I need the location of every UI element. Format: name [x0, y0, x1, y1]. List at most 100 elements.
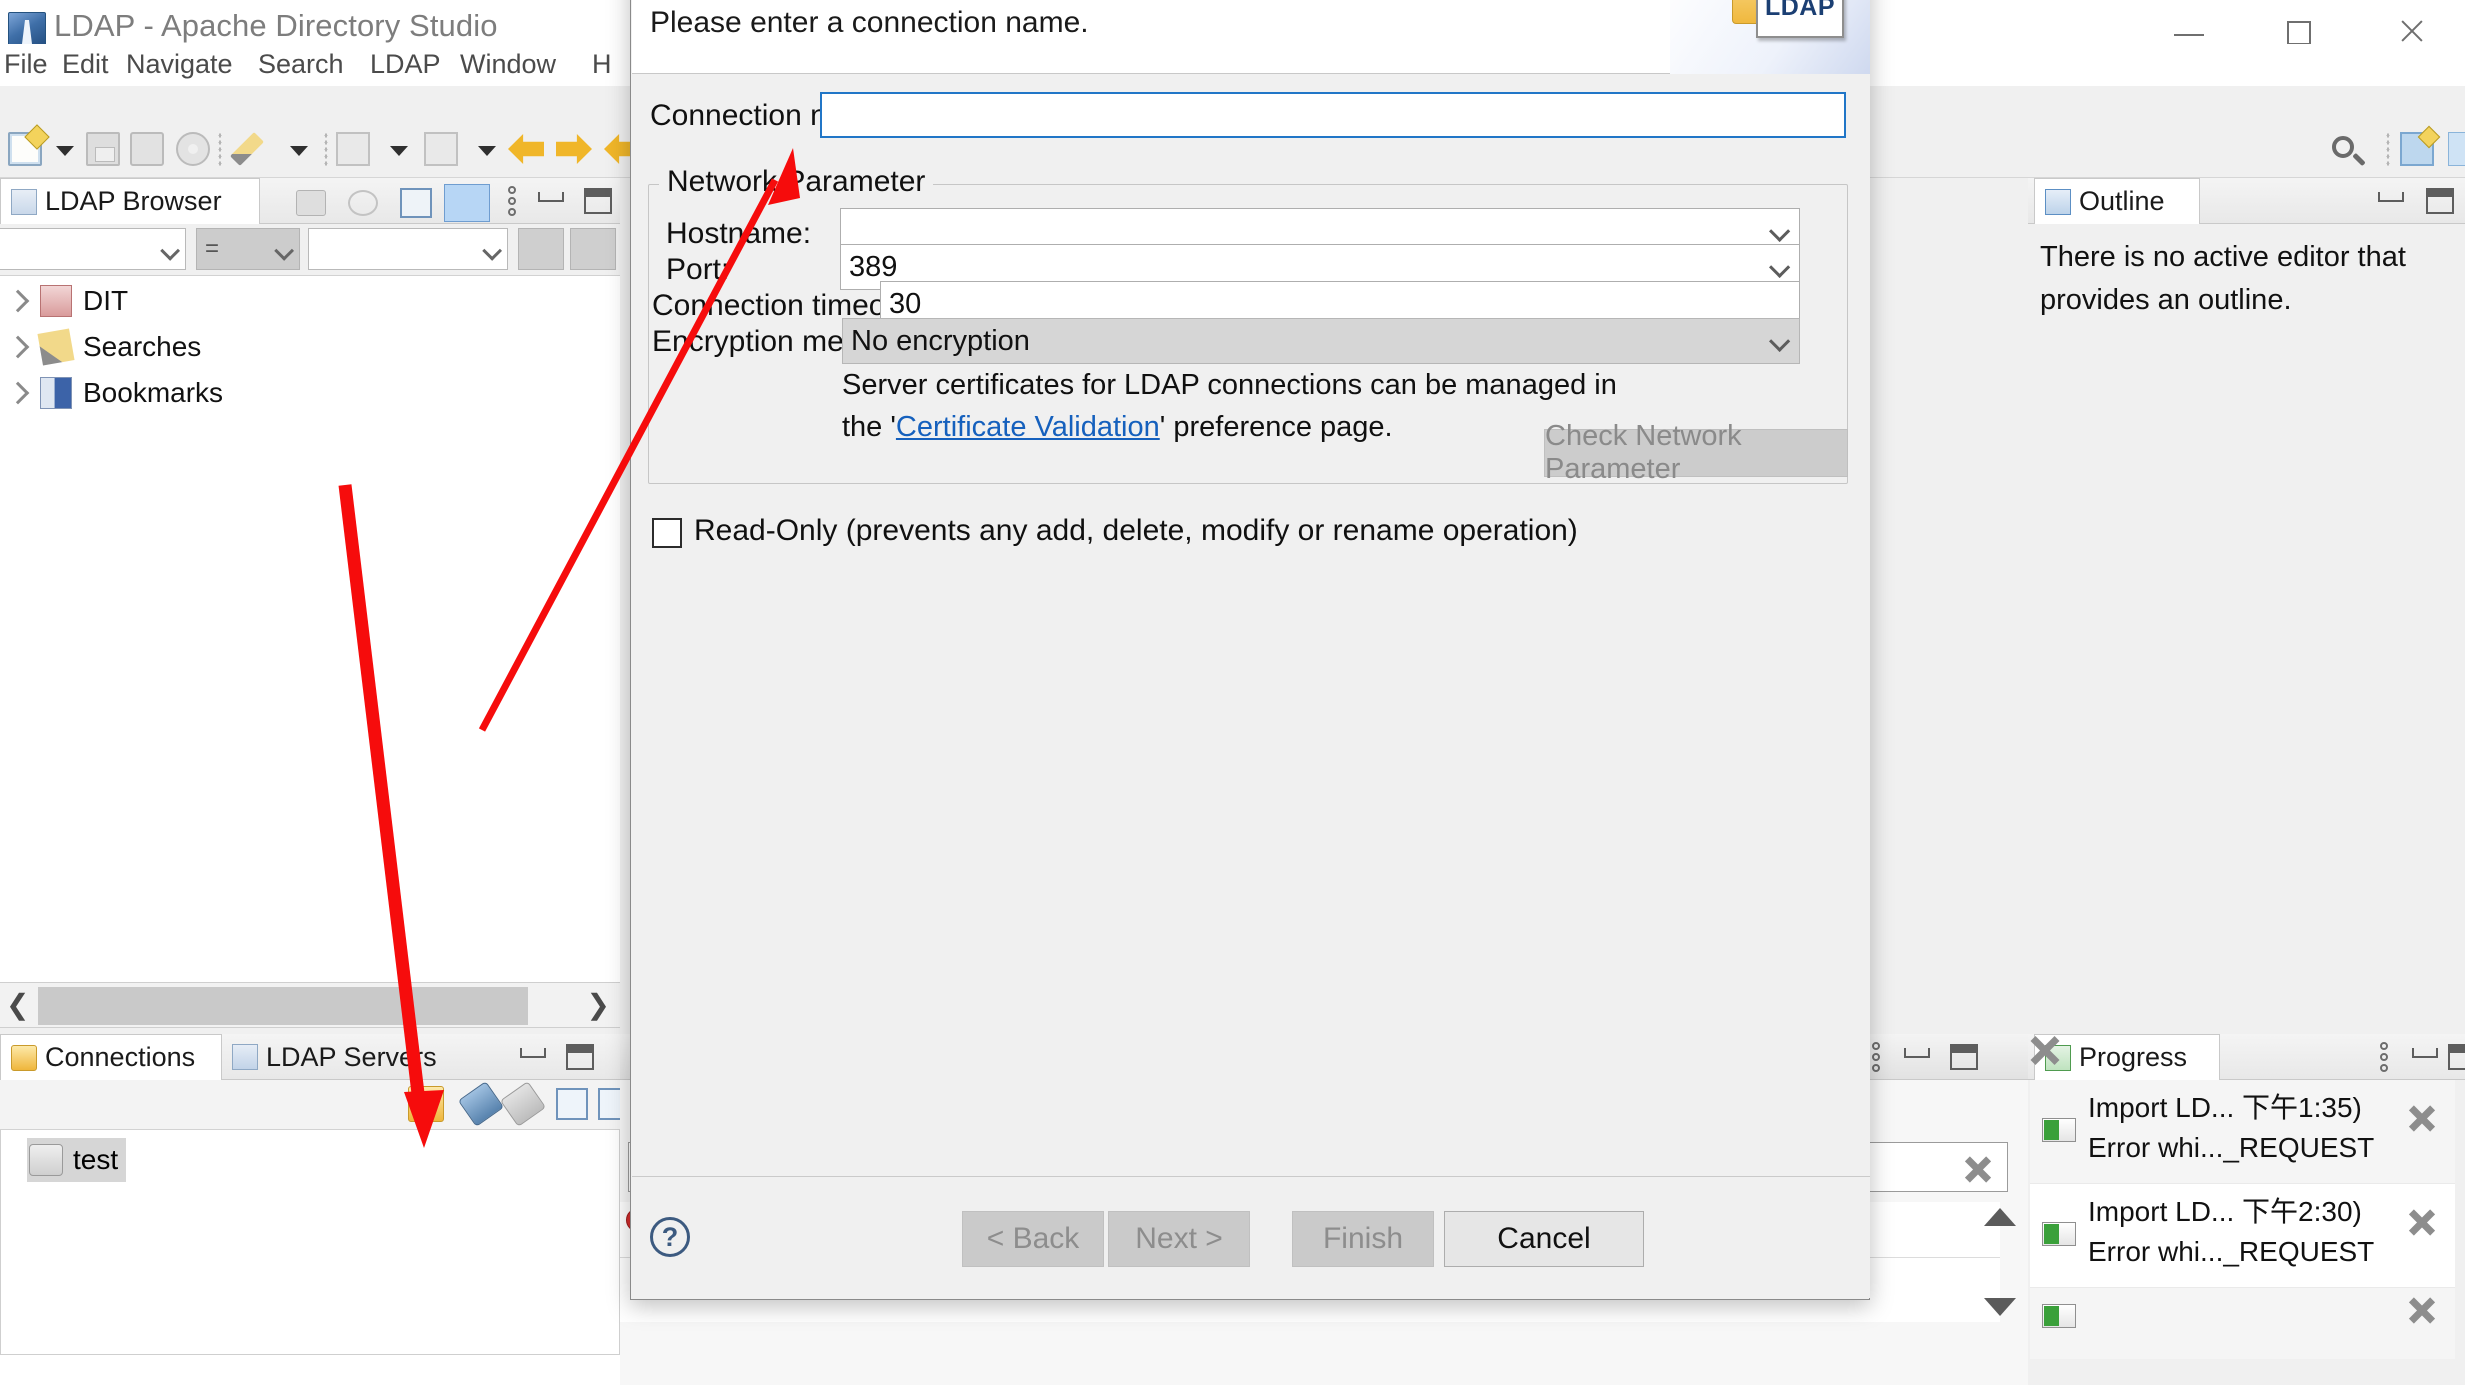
tree-item-searches[interactable]: Searches	[0, 325, 201, 369]
chevron-right-icon[interactable]	[7, 382, 30, 405]
sync-toggle-icon[interactable]	[444, 184, 490, 222]
scroll-up-icon[interactable]	[1984, 1208, 2016, 1226]
connections-view: Connections LDAP Servers test	[0, 1034, 620, 1385]
link-with-editor-icon[interactable]	[296, 190, 326, 216]
chevron-down-icon	[1769, 331, 1790, 352]
scroll-down-icon[interactable]	[1984, 1298, 2016, 1316]
hostname-label: Hostname:	[666, 217, 811, 251]
minimize-icon[interactable]	[1904, 1048, 1930, 1058]
view-menu-icon[interactable]	[1872, 1042, 1880, 1075]
expand-all-icon[interactable]	[556, 1088, 588, 1120]
filter-attribute-combo[interactable]	[0, 228, 186, 270]
connection-icon	[29, 1144, 63, 1176]
open-connection-icon[interactable]	[458, 1081, 504, 1127]
tab-connections[interactable]: Connections	[0, 1034, 222, 1080]
pencil-dropdown-arrow[interactable]	[290, 146, 308, 156]
finish-button-label: Finish	[1323, 1222, 1403, 1256]
job-progress-icon	[2042, 1304, 2076, 1328]
maximize-icon[interactable]	[1950, 1044, 1978, 1070]
cancel-job-icon[interactable]	[2407, 1102, 2437, 1132]
list-item[interactable]: test	[27, 1138, 126, 1182]
next-button[interactable]: Next >	[1108, 1211, 1250, 1267]
bookmarks-icon	[40, 377, 72, 409]
scrollbar-thumb[interactable]	[38, 987, 528, 1025]
connections-tab-row: Connections LDAP Servers	[0, 1034, 620, 1080]
tab-progress[interactable]: Progress	[2034, 1034, 2220, 1080]
error-log-scrollbar[interactable]	[1980, 1202, 2022, 1322]
close-connection-icon[interactable]	[500, 1081, 546, 1127]
menu-help[interactable]: H	[592, 49, 612, 80]
job-progress-icon	[2042, 1118, 2076, 1142]
read-only-checkbox[interactable]	[652, 518, 682, 548]
list-item[interactable]	[2030, 1288, 2455, 1359]
back-button[interactable]: < Back	[962, 1211, 1104, 1267]
connection-name-input[interactable]	[820, 92, 1846, 138]
menu-edit[interactable]: Edit	[62, 49, 109, 80]
export-icon[interactable]	[424, 132, 458, 166]
clear-filter-icon[interactable]	[1963, 1153, 1993, 1183]
view-menu-icon[interactable]	[508, 186, 516, 219]
tab-outline[interactable]: Outline	[2034, 178, 2200, 224]
minimize-icon[interactable]	[2378, 192, 2404, 202]
toolbar-separator	[218, 132, 222, 166]
help-icon[interactable]: ?	[650, 1217, 690, 1257]
scroll-right-icon[interactable]: ❯	[587, 995, 610, 1015]
list-item[interactable]: Import LD... 下午2:30) Error whi..._REQUES…	[2030, 1184, 2455, 1288]
certificate-note-suffix: ' preference page.	[1160, 411, 1393, 443]
certificate-validation-link[interactable]: Certificate Validation	[896, 411, 1160, 443]
chevron-right-icon[interactable]	[7, 336, 30, 359]
view-menu-icon[interactable]	[2380, 1042, 2388, 1075]
preferences-gear-icon[interactable]	[176, 132, 210, 166]
dialog-body: Connection name: Network Parameter Hostn…	[632, 74, 1870, 1177]
collapse-filter-icon[interactable]	[518, 228, 564, 270]
menu-file[interactable]: File	[4, 49, 48, 80]
edit-pencil-icon[interactable]	[230, 132, 264, 166]
job-status: Error whi..._REQUEST	[2088, 1132, 2374, 1164]
filter-value-combo[interactable]	[308, 228, 508, 270]
tree-item-label: Bookmarks	[83, 377, 223, 409]
open-perspective-icon[interactable]	[2400, 132, 2434, 166]
save-icon[interactable]	[86, 132, 120, 166]
scroll-left-icon[interactable]: ❮	[6, 995, 29, 1015]
cancel-job-icon[interactable]	[2407, 1294, 2437, 1324]
tree-item-dit[interactable]: DIT	[0, 279, 128, 323]
refresh-icon[interactable]	[348, 190, 378, 216]
tab-ldap-browser[interactable]: LDAP Browser	[0, 178, 260, 224]
connections-toolbar	[0, 1080, 620, 1130]
export-dropdown-arrow[interactable]	[478, 146, 496, 156]
minimize-icon[interactable]	[520, 1048, 546, 1058]
maximize-icon[interactable]	[584, 188, 612, 214]
import-icon[interactable]	[336, 132, 370, 166]
new-wizard-icon[interactable]	[8, 132, 42, 166]
minimize-icon[interactable]	[2412, 1048, 2438, 1058]
menu-navigate[interactable]: Navigate	[126, 49, 233, 80]
minimize-icon[interactable]	[538, 192, 564, 202]
horizontal-scrollbar[interactable]: ❮ ❯	[0, 982, 620, 1028]
collapse-all-icon[interactable]	[400, 188, 432, 218]
maximize-icon[interactable]	[2426, 188, 2454, 214]
edit-filter-icon[interactable]	[570, 228, 616, 270]
import-dropdown-arrow[interactable]	[390, 146, 408, 156]
new-connection-icon[interactable]	[408, 1086, 444, 1122]
list-item[interactable]: Import LD... 下午1:35) Error whi..._REQUES…	[2030, 1080, 2455, 1184]
maximize-icon[interactable]	[566, 1044, 594, 1070]
check-network-parameter-button[interactable]: Check Network Parameter	[1544, 429, 1848, 477]
new-dropdown-arrow[interactable]	[56, 146, 74, 156]
chevron-right-icon[interactable]	[7, 290, 30, 313]
cancel-job-icon[interactable]	[2407, 1206, 2437, 1236]
menu-window[interactable]: Window	[460, 49, 556, 80]
encryption-combo[interactable]: No encryption	[842, 318, 1800, 364]
menu-search[interactable]: Search	[258, 49, 344, 80]
tab-ldap-servers[interactable]: LDAP Servers	[222, 1034, 462, 1080]
filter-operator-combo[interactable]: =	[196, 228, 300, 270]
search-icon[interactable]	[2332, 136, 2354, 158]
ldap-perspective-icon[interactable]	[2448, 132, 2465, 166]
menu-ldap[interactable]: LDAP	[370, 49, 441, 80]
finish-button[interactable]: Finish	[1292, 1211, 1434, 1267]
maximize-icon[interactable]	[2448, 1044, 2465, 1070]
back-history-icon[interactable]	[508, 134, 544, 164]
tree-item-bookmarks[interactable]: Bookmarks	[0, 371, 223, 415]
forward-history-icon[interactable]	[556, 134, 592, 164]
print-icon[interactable]	[130, 132, 164, 166]
cancel-button[interactable]: Cancel	[1444, 1211, 1644, 1267]
